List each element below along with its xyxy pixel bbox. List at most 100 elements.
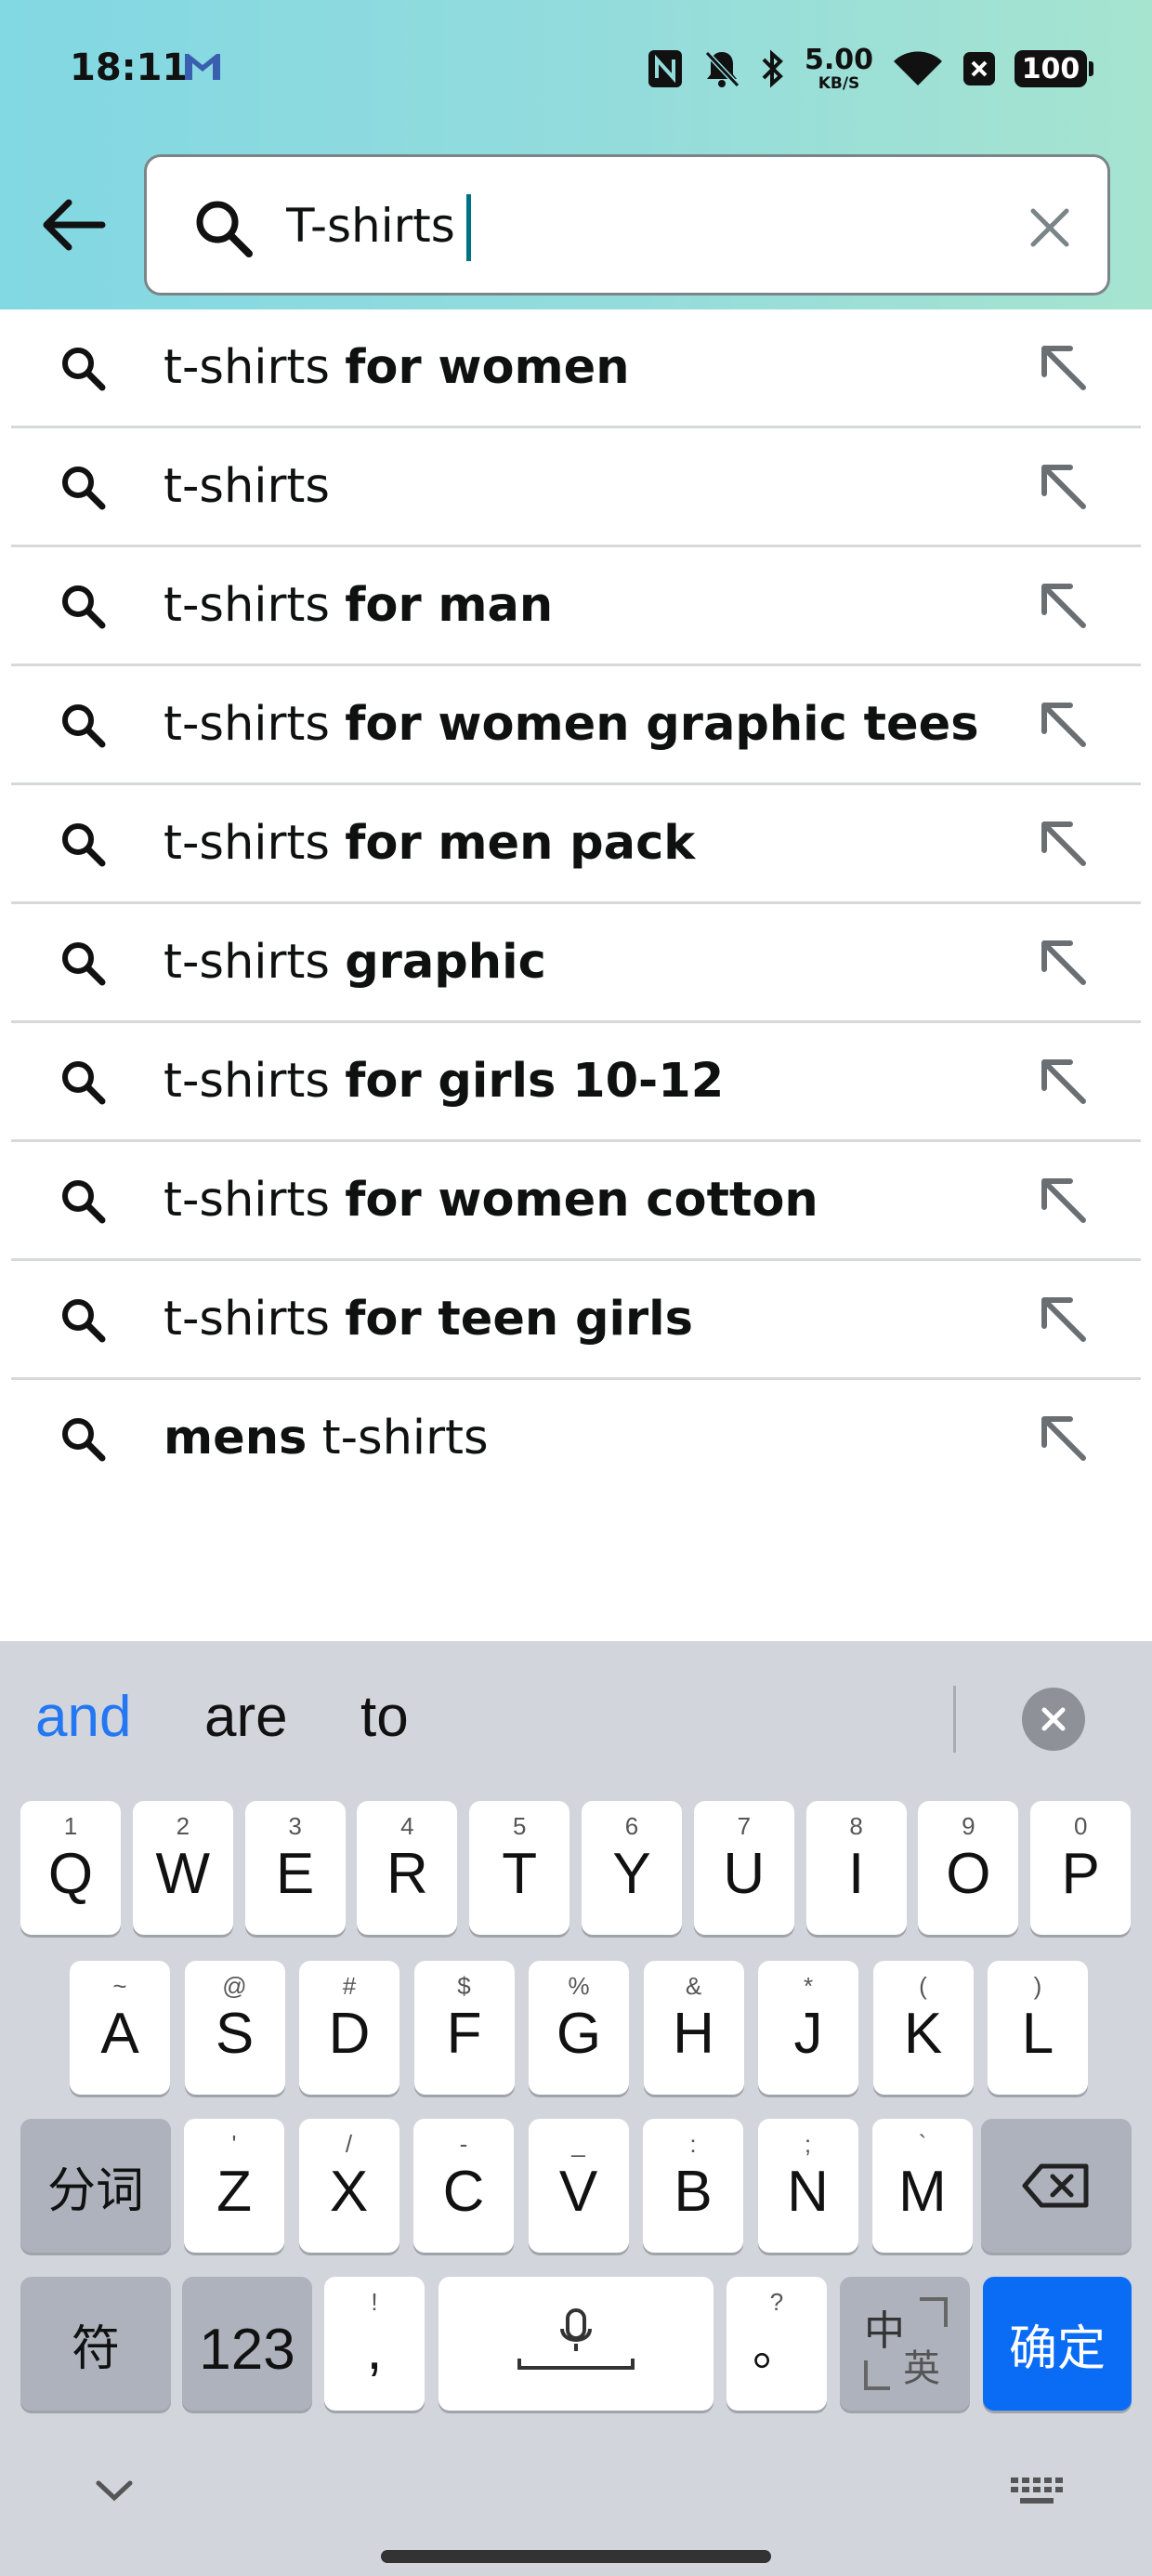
suggestion-query-part: t-shirts <box>307 1411 489 1465</box>
app-header: 18:11 5.00 KB/S 100 <box>0 0 1152 309</box>
key-k[interactable]: (K <box>872 1961 974 2095</box>
search-bar[interactable] <box>144 154 1110 296</box>
close-candidates-button[interactable] <box>1022 1688 1085 1751</box>
bluetooth-icon <box>762 49 783 88</box>
key-h[interactable]: & H <box>643 1961 744 2095</box>
suggestion-query-part: t-shirts <box>164 340 346 395</box>
space-key[interactable] <box>439 2277 713 2411</box>
key-b[interactable]: :B <box>643 2119 743 2253</box>
fill-query-arrow-icon[interactable] <box>1037 1055 1091 1109</box>
key-t[interactable]: 5T <box>469 1801 570 1935</box>
period-key[interactable]: ?。 <box>727 2277 827 2411</box>
key-f[interactable]: $ F <box>413 1961 515 2095</box>
fill-query-arrow-icon[interactable] <box>1037 1174 1091 1228</box>
backspace-key[interactable] <box>981 2119 1132 2253</box>
segment-key[interactable]: 分词 <box>20 2119 171 2253</box>
key-label: 确定 <box>1008 2320 1106 2377</box>
suggestion-item[interactable]: t-shirts for women <box>11 309 1141 428</box>
key-label: V <box>558 2160 598 2224</box>
key-q[interactable]: 1Q <box>20 1801 121 1935</box>
key-o[interactable]: 9O <box>918 1801 1019 1935</box>
search-icon <box>62 942 106 986</box>
key-n[interactable]: ; N <box>757 2119 858 2253</box>
key-s[interactable]: @ S <box>184 1961 285 2095</box>
key-label: S <box>215 2002 255 2066</box>
key-hint: 6 <box>624 1812 639 1840</box>
key-hint: _ <box>571 2130 585 2158</box>
candidate-word[interactable]: to <box>360 1684 409 1750</box>
key-hint: ( <box>919 1972 927 2000</box>
key-i[interactable]: 8I <box>805 1801 907 1935</box>
numbers-key[interactable]: 123 <box>182 2277 312 2411</box>
key-hint: : <box>689 2130 697 2158</box>
suggestion-text: t-shirts for men pack <box>164 785 695 901</box>
key-g[interactable]: % G <box>529 1961 629 2095</box>
fill-query-arrow-icon[interactable] <box>1037 579 1091 633</box>
key-p[interactable]: 0P <box>1030 1801 1132 1935</box>
key-hint: 9 <box>962 1812 975 1840</box>
clear-search-button[interactable] <box>1020 198 1080 257</box>
search-icon <box>196 201 253 257</box>
key-z[interactable]: ' Z <box>184 2119 284 2253</box>
symbols-key[interactable]: 符 <box>20 2277 171 2411</box>
suggestion-item[interactable]: t-shirts for man <box>11 547 1141 666</box>
suggestion-item[interactable]: t-shirts for women graphic tees <box>11 666 1141 785</box>
microphone-icon <box>517 2308 635 2370</box>
fill-query-arrow-icon[interactable] <box>1037 698 1091 752</box>
network-speed: 5.00 KB/S <box>804 43 873 93</box>
key-l[interactable]: ) L <box>988 1961 1088 2095</box>
confirm-key[interactable]: 确定 <box>983 2277 1132 2411</box>
fill-query-arrow-icon[interactable] <box>1037 817 1091 871</box>
key-r[interactable]: 4R <box>357 1801 458 1935</box>
language-switch-key[interactable]: 中英 <box>840 2277 970 2411</box>
key-j[interactable]: * J <box>758 1961 858 2095</box>
chevron-down-icon[interactable] <box>93 2477 136 2505</box>
key-hint: 0 <box>1073 1812 1088 1840</box>
candidate-word[interactable]: and <box>35 1684 131 1750</box>
search-input[interactable] <box>286 191 1011 261</box>
nfc-icon <box>648 50 682 87</box>
key-c[interactable]: -C <box>413 2119 514 2253</box>
key-label: F <box>446 2002 482 2066</box>
suggestion-item[interactable]: mens t-shirts <box>11 1380 1141 1499</box>
close-notification-icon <box>963 52 995 85</box>
key-d[interactable]: # D <box>299 1961 399 2095</box>
keyboard-switch-icon[interactable] <box>1009 2476 1065 2509</box>
key-x[interactable]: / X <box>298 2119 399 2253</box>
key-hint: 1 <box>63 1812 78 1840</box>
gmail-icon <box>185 54 220 80</box>
suggestion-item[interactable]: t-shirts <box>11 428 1141 547</box>
key-u[interactable]: 7U <box>693 1801 794 1935</box>
fill-query-arrow-icon[interactable] <box>1037 460 1091 514</box>
suggestion-query-part: t-shirts <box>164 935 346 990</box>
key-hint: 8 <box>849 1812 863 1840</box>
suggestion-query-part: t-shirts <box>164 459 330 514</box>
suggestion-completion-part: for women <box>345 340 630 395</box>
fill-query-arrow-icon[interactable] <box>1037 1293 1091 1347</box>
suggestion-item[interactable]: t-shirts for girls 10-12 <box>11 1023 1141 1142</box>
fill-query-arrow-icon[interactable] <box>1037 1412 1091 1465</box>
suggestion-item[interactable]: t-shirts for women cotton <box>11 1142 1141 1261</box>
key-label: O <box>946 1842 991 1906</box>
suggestion-item[interactable]: t-shirts for teen girls <box>11 1261 1141 1380</box>
suggestion-completion-part: for man <box>345 578 554 633</box>
comma-key[interactable]: !, <box>324 2277 425 2411</box>
key-y[interactable]: 6Y <box>582 1801 682 1935</box>
key-v[interactable]: _ V <box>528 2119 629 2253</box>
key-a[interactable]: ~ A <box>70 1961 170 2095</box>
candidate-word[interactable]: are <box>204 1684 288 1750</box>
suggestion-text: t-shirts <box>164 428 330 545</box>
home-indicator[interactable] <box>381 2550 771 2563</box>
suggestion-item[interactable]: t-shirts graphic <box>11 904 1141 1023</box>
key-m[interactable]: ` M <box>872 2119 973 2253</box>
key-w[interactable]: 2W <box>132 1801 233 1935</box>
suggestion-completion-part: for men pack <box>345 816 696 871</box>
suggestion-text: t-shirts graphic <box>164 904 546 1020</box>
key-hint: ! <box>371 2288 378 2316</box>
fill-query-arrow-icon[interactable] <box>1037 936 1091 990</box>
key-e[interactable]: 3E <box>244 1801 346 1935</box>
back-button[interactable] <box>33 186 111 264</box>
suggestion-item[interactable]: t-shirts for men pack <box>11 785 1141 904</box>
fill-query-arrow-icon[interactable] <box>1037 341 1091 395</box>
wifi-icon <box>894 51 942 85</box>
